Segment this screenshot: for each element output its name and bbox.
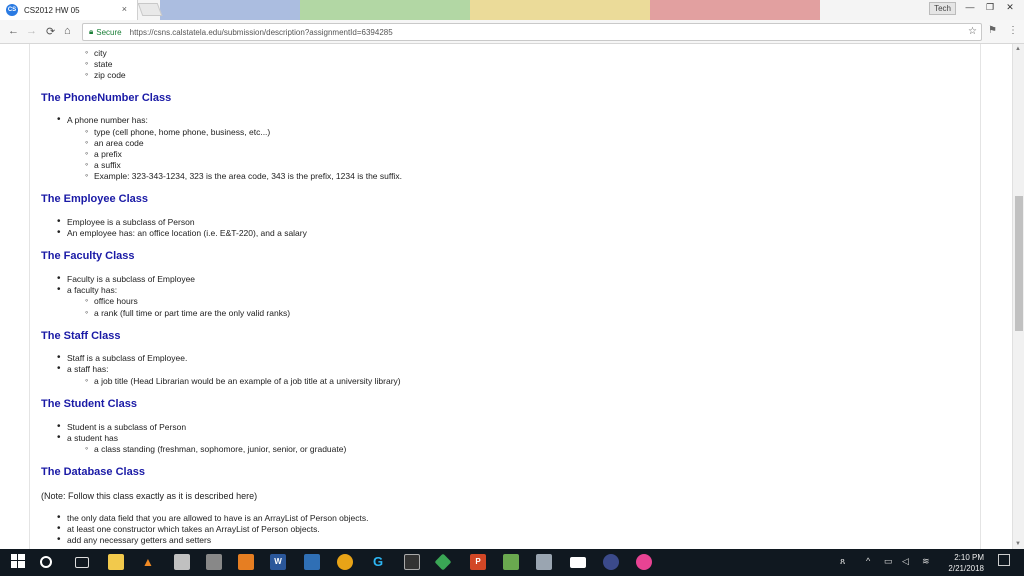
list-item: an area code bbox=[85, 137, 144, 148]
document-body: city state zip code The PhoneNumber Clas… bbox=[29, 44, 981, 549]
windows-taskbar: ▲ W G P ጸ ^ ▭ ◁ ≋ 2:10 PM 2/21/2018 bbox=[0, 549, 1024, 576]
secure-label: Secure bbox=[96, 27, 122, 37]
minimize-button[interactable]: — bbox=[960, 0, 980, 14]
list-item: type (cell phone, home phone, business, … bbox=[85, 126, 270, 137]
title-bar: CS CS2012 HW 05 × Tech — ❐ ✕ bbox=[0, 0, 1024, 20]
windows-logo-icon[interactable] bbox=[10, 554, 26, 570]
list-item: Example: 323-343-1234, 323 is the area c… bbox=[85, 170, 402, 181]
maximize-button[interactable]: ❐ bbox=[980, 0, 1000, 14]
list-item: Student is a subclass of Person bbox=[57, 421, 186, 432]
tab-title: CS2012 HW 05 bbox=[24, 5, 80, 15]
navigation-bar: ← → ⟳ ⌂ 🔒︎ Secure https://csns.calstatel… bbox=[0, 20, 1024, 44]
list-item: a job title (Head Librarian would be an … bbox=[85, 375, 401, 386]
scroll-down-icon[interactable]: ▼ bbox=[1015, 541, 1021, 547]
close-window-button[interactable]: ✕ bbox=[1000, 0, 1020, 14]
tab-close-icon[interactable]: × bbox=[122, 4, 127, 14]
list-item: a student has bbox=[57, 432, 118, 443]
task-view-icon[interactable] bbox=[75, 557, 89, 568]
reload-icon[interactable]: ⟳ bbox=[46, 25, 55, 38]
list-item: the only data field that you are allowed… bbox=[57, 512, 368, 523]
new-tab-button[interactable] bbox=[137, 3, 163, 16]
color-stripe bbox=[650, 0, 820, 20]
notification-icon[interactable] bbox=[998, 554, 1010, 566]
section-heading: The Database Class bbox=[41, 466, 145, 478]
back-icon[interactable]: ← bbox=[8, 25, 19, 37]
list-item: A phone number has: bbox=[57, 114, 148, 125]
forward-icon[interactable]: → bbox=[26, 25, 37, 37]
wifi-icon[interactable]: ≋ bbox=[922, 556, 930, 567]
scanner-icon[interactable] bbox=[174, 554, 190, 570]
globe-app-icon[interactable] bbox=[603, 554, 619, 570]
music-app-icon[interactable] bbox=[636, 554, 652, 570]
people-icon[interactable]: ጸ bbox=[840, 556, 845, 567]
section-heading: The Student Class bbox=[41, 398, 137, 410]
note-text: (Note: Follow this class exactly as it i… bbox=[41, 491, 258, 501]
list-item: city bbox=[85, 47, 107, 58]
list-item: a staff has: bbox=[57, 363, 109, 374]
page-viewport: city state zip code The PhoneNumber Clas… bbox=[0, 44, 1012, 549]
powerpoint-icon[interactable]: P bbox=[470, 554, 486, 570]
menu-icon[interactable]: ⋮ bbox=[1008, 25, 1018, 36]
scroll-up-icon[interactable]: ▲ bbox=[1015, 46, 1021, 52]
vertical-scrollbar[interactable]: ▲ ▼ bbox=[1012, 44, 1024, 549]
color-stripe bbox=[160, 0, 300, 20]
profile-badge[interactable]: Tech bbox=[929, 2, 956, 15]
list-item: a rank (full time or part time are the o… bbox=[85, 307, 290, 318]
tray-chevron-icon[interactable]: ^ bbox=[866, 556, 870, 566]
color-stripe bbox=[470, 0, 650, 20]
terminal-icon[interactable] bbox=[404, 554, 420, 570]
clock-time: 2:10 PM bbox=[954, 553, 984, 562]
lock-icon: 🔒︎ bbox=[89, 27, 94, 36]
list-item: at least one constructor which takes an … bbox=[57, 523, 320, 534]
diamond-app-icon[interactable] bbox=[434, 553, 452, 571]
url-text[interactable]: https://csns.calstatela.edu/submission/d… bbox=[130, 28, 393, 37]
list-item: Faculty is a subclass of Employee bbox=[57, 273, 195, 284]
system-clock[interactable]: 2:10 PM 2/21/2018 bbox=[948, 552, 984, 574]
bookmark-star-icon[interactable]: ☆ bbox=[968, 26, 977, 37]
list-item: Staff is a subclass of Employee. bbox=[57, 352, 187, 363]
section-heading: The Employee Class bbox=[41, 193, 148, 205]
section-heading: The PhoneNumber Class bbox=[41, 92, 172, 104]
notes-app-icon[interactable] bbox=[536, 554, 552, 570]
list-item: state bbox=[85, 58, 113, 69]
list-item: a suffix bbox=[85, 159, 121, 170]
list-item: Employee is a subclass of Person bbox=[57, 216, 195, 227]
app-g-icon[interactable]: G bbox=[370, 554, 386, 570]
list-item: a class standing (freshman, sophomore, j… bbox=[85, 443, 346, 454]
file-explorer-icon[interactable] bbox=[108, 554, 124, 570]
chrome-icon[interactable] bbox=[337, 554, 353, 570]
volume-icon[interactable]: ◁ bbox=[902, 556, 909, 567]
extension-icon[interactable]: ⚑ bbox=[988, 25, 997, 36]
scroll-thumb[interactable] bbox=[1015, 196, 1023, 331]
word-icon[interactable]: W bbox=[270, 554, 286, 570]
tab-favicon-icon: CS bbox=[6, 4, 18, 16]
vlc-icon[interactable]: ▲ bbox=[140, 554, 156, 570]
search-circle-icon[interactable] bbox=[40, 556, 52, 568]
color-stripe bbox=[300, 0, 470, 20]
list-item: zip code bbox=[85, 69, 126, 80]
section-heading: The Faculty Class bbox=[41, 250, 135, 262]
home-icon[interactable]: ⌂ bbox=[64, 25, 71, 37]
battery-icon[interactable]: ▭ bbox=[884, 556, 893, 567]
list-item: office hours bbox=[85, 295, 138, 306]
image-app-icon[interactable] bbox=[503, 554, 519, 570]
list-item: a faculty has: bbox=[57, 284, 117, 295]
section-heading: The Staff Class bbox=[41, 330, 121, 342]
clock-date: 2/21/2018 bbox=[948, 564, 984, 573]
list-item: An employee has: an office location (i.e… bbox=[57, 227, 307, 238]
browser-tab[interactable]: CS CS2012 HW 05 × bbox=[0, 0, 138, 20]
network-app-icon[interactable] bbox=[304, 554, 320, 570]
list-item: a prefix bbox=[85, 148, 122, 159]
paint-icon[interactable] bbox=[238, 554, 254, 570]
mail-icon[interactable] bbox=[570, 557, 586, 568]
pen-tool-icon[interactable] bbox=[206, 554, 222, 570]
list-item: add any necessary getters and setters bbox=[57, 534, 211, 545]
address-bar[interactable]: 🔒︎ Secure https://csns.calstatela.edu/su… bbox=[82, 23, 982, 41]
